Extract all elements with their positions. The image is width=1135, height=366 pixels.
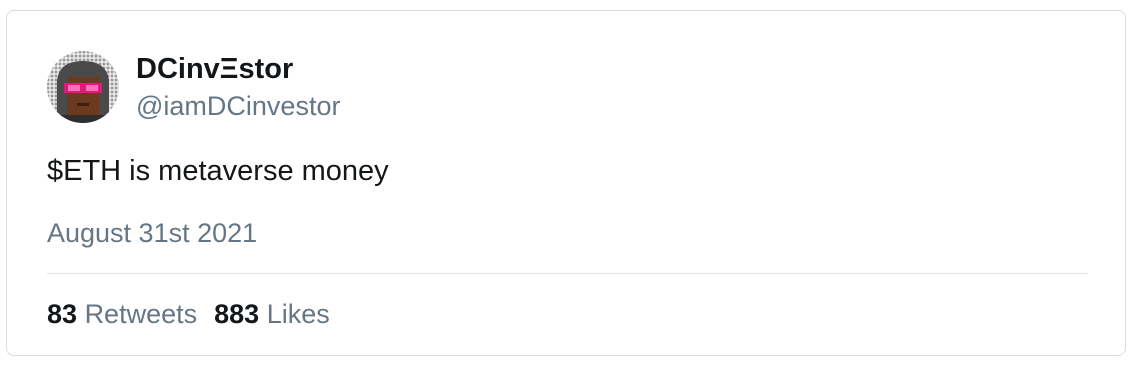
author-display-name[interactable]: DCinvΞstor (136, 53, 293, 86)
retweets-count: 83 (47, 299, 78, 329)
tweet-card: DCinvΞstor @iamDCinvestor $ETH is metave… (6, 10, 1126, 356)
author-avatar[interactable] (47, 51, 119, 123)
likes-stat[interactable]: 883 Likes (214, 299, 330, 330)
tweet-date[interactable]: August 31st 2021 (47, 218, 257, 249)
likes-count: 883 (214, 299, 260, 329)
pixel-avatar-icon (47, 51, 119, 123)
retweets-stat[interactable]: 83 Retweets (47, 299, 197, 330)
author-handle[interactable]: @iamDCinvestor (136, 91, 340, 122)
retweets-label: Retweets (84, 299, 198, 329)
likes-label: Likes (266, 299, 330, 329)
tweet-stats: 83 Retweets 883 Likes (47, 299, 330, 330)
tweet-text: $ETH is metaverse money (47, 155, 389, 187)
divider (47, 273, 1088, 274)
